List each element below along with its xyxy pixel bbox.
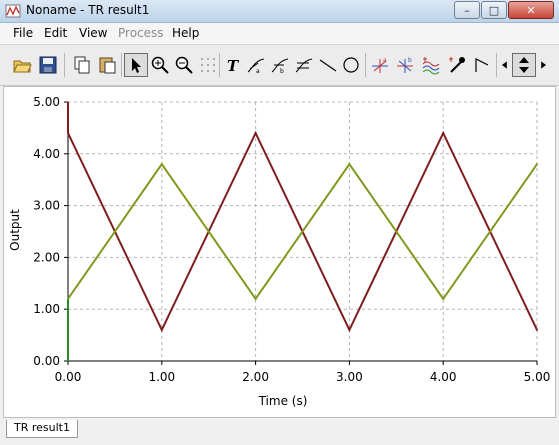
scroll-left-button[interactable] (498, 53, 512, 77)
pointer-icon (132, 58, 141, 73)
grid-button[interactable] (196, 53, 220, 77)
corner-button[interactable] (470, 53, 494, 77)
maximize-icon: □ (488, 3, 500, 17)
corner-icon (475, 58, 489, 72)
menu-bar: File Edit View Process Help (0, 23, 559, 45)
x-tick-label: 1.00 (148, 370, 175, 384)
scroll-updown-button[interactable] (512, 53, 536, 77)
grid-icon (201, 58, 215, 72)
paste-icon (99, 57, 116, 74)
x-tick-label: 3.00 (336, 370, 363, 384)
plot-canvas[interactable]: 0.00 1.00 2.00 3.00 4.00 5.00 0.00 1.00 2.00 3.0… (3, 86, 556, 418)
eyedropper-button[interactable] (445, 53, 469, 77)
series-point-2 (442, 297, 445, 300)
menu-view[interactable]: View (79, 26, 107, 40)
svg-text:a: a (256, 68, 260, 75)
save-button[interactable] (36, 53, 60, 77)
y-tick-label: 5.00 (33, 95, 60, 109)
series-point-2 (254, 297, 257, 300)
eyedropper-icon (449, 57, 465, 73)
svg-text:b: b (408, 57, 412, 64)
cursor-b-button[interactable]: b (268, 53, 292, 77)
x-axis-label: Time (s) (258, 394, 308, 408)
y-tick-label: 4.00 (33, 147, 60, 161)
x-tick-labels: 0.00 1.00 2.00 3.00 4.00 5.00 (55, 370, 551, 384)
series-point-2 (348, 163, 351, 166)
marker-a-icon: a (372, 57, 388, 73)
save-icon (39, 56, 57, 74)
zoom-in-button[interactable] (148, 53, 172, 77)
arrow-left-icon (502, 61, 507, 69)
series-point-2 (160, 163, 163, 166)
x-tick-label: 0.00 (55, 370, 82, 384)
menu-edit[interactable]: Edit (44, 26, 67, 40)
svg-text:T: T (227, 57, 240, 75)
marker-b-button[interactable]: b (393, 53, 417, 77)
series-layer (67, 102, 538, 361)
series-point-1 (160, 328, 163, 331)
menu-file[interactable]: File (13, 26, 33, 40)
tab-bar: TR result1 (0, 420, 559, 445)
minimize-button[interactable]: – (454, 1, 480, 19)
tab-tr-result1[interactable]: TR result1 (6, 420, 78, 438)
cursor-c-button[interactable] (292, 53, 316, 77)
x-tick-label: 4.00 (430, 370, 457, 384)
text-tool-button[interactable]: T (221, 53, 245, 77)
open-button[interactable] (10, 53, 34, 77)
text-icon: T (227, 57, 240, 75)
series-point-1 (348, 328, 351, 331)
scroll-right-button[interactable] (536, 53, 550, 77)
app-icon (5, 4, 21, 18)
arrow-updown-icon (519, 57, 529, 73)
line-chart: 0.00 1.00 2.00 3.00 4.00 5.00 0.00 1.00 2.00 3.0… (8, 95, 551, 408)
svg-text:b: b (280, 68, 284, 75)
cursor-c-icon (295, 58, 313, 73)
y-tick-labels: 0.00 1.00 2.00 3.00 4.00 5.00 (33, 95, 60, 368)
menu-help[interactable]: Help (172, 26, 199, 40)
pointer-button[interactable] (124, 53, 148, 77)
y-tick-label: 0.00 (33, 354, 60, 368)
circle-icon (343, 57, 359, 73)
svg-text:a: a (383, 57, 387, 64)
y-tick-label: 1.00 (33, 302, 60, 316)
close-button[interactable]: ✕ (508, 1, 554, 19)
arrow-right-icon (541, 61, 546, 69)
zoom-out-icon (175, 56, 193, 74)
series-point-1 (254, 132, 257, 135)
paste-button[interactable] (95, 53, 119, 77)
line-tool-button[interactable] (316, 53, 340, 77)
line-icon (319, 59, 337, 72)
waves-icon (422, 57, 440, 75)
y-tick-label: 2.00 (33, 250, 60, 264)
x-tick-label: 5.00 (524, 370, 551, 384)
circle-tool-button[interactable] (339, 53, 363, 77)
maximize-button[interactable]: □ (481, 1, 507, 19)
open-folder-icon (13, 60, 32, 73)
copy-icon (74, 56, 90, 74)
minimize-icon: – (464, 3, 470, 17)
y-tick-label: 3.00 (33, 199, 60, 213)
cursor-b-icon: b (271, 58, 289, 75)
series-point-2 (536, 163, 538, 166)
marker-b-icon: b (397, 57, 413, 73)
window-title: Noname - TR result1 (26, 3, 150, 17)
title-bar: Noname - TR result1 – □ ✕ (0, 0, 559, 23)
marker-a-button[interactable]: a (368, 53, 392, 77)
x-tick-label: 2.00 (242, 370, 269, 384)
zoom-out-button[interactable] (172, 53, 196, 77)
close-icon: ✕ (526, 3, 536, 17)
cursor-a-button[interactable]: a (244, 53, 268, 77)
copy-button[interactable] (70, 53, 94, 77)
series-point-1 (442, 132, 445, 135)
waves-button[interactable] (419, 53, 443, 77)
series-point-1 (536, 328, 538, 331)
y-axis-label: Output (8, 209, 22, 251)
menu-process[interactable]: Process (118, 26, 164, 40)
cursor-a-icon: a (247, 58, 265, 75)
toolbar: T a b a b (0, 45, 559, 86)
zoom-in-icon (151, 56, 169, 74)
